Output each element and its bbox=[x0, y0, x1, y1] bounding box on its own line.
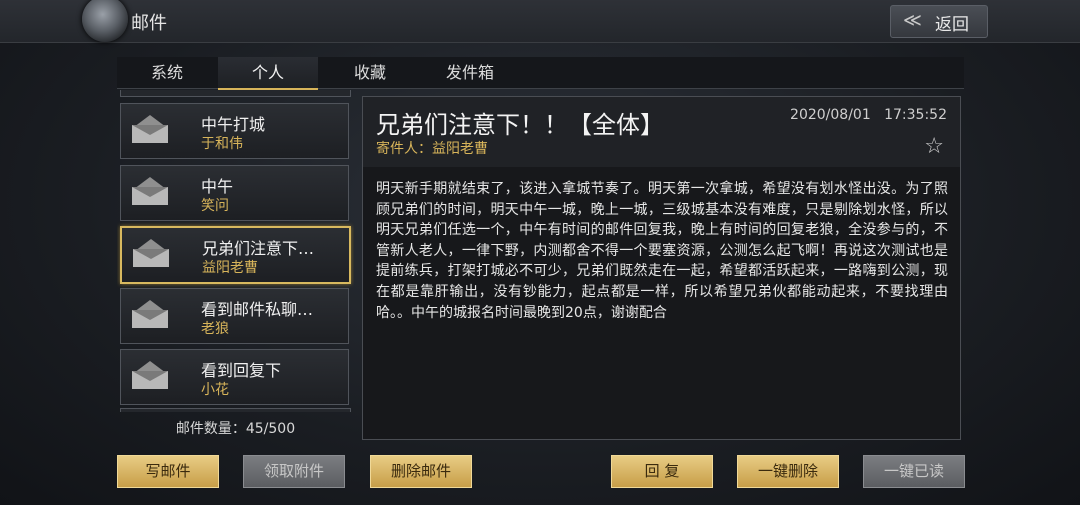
sender-name: 益阳老曹 bbox=[432, 141, 488, 157]
read-all-button[interactable]: 一键已读 bbox=[863, 455, 965, 488]
list-item-selected[interactable]: 兄弟们注意下… 益阳老曹 bbox=[120, 226, 351, 284]
mail-subject: 兄弟们注意下！！【全体】 bbox=[376, 111, 664, 139]
mail-count-value: 45/500 bbox=[245, 421, 296, 437]
compose-button[interactable]: 写邮件 bbox=[117, 455, 219, 488]
mail-title: 看到邮件私聊… bbox=[201, 300, 314, 319]
list-item[interactable]: 看到邮件私聊… 老狼 bbox=[120, 288, 349, 344]
list-item[interactable]: 中午打城 于和伟 bbox=[120, 103, 349, 159]
mail-sender: 于和伟 bbox=[201, 136, 243, 152]
tab-outbox[interactable]: 发件箱 bbox=[420, 57, 520, 88]
list-item-partial bbox=[120, 408, 351, 412]
mail-time: 17:35:52 bbox=[884, 107, 947, 123]
mail-sender: 笑问 bbox=[201, 198, 229, 214]
top-bar: 邮件 ≪ 返回 bbox=[0, 0, 1080, 43]
mail-count: 邮件数量：45/500 bbox=[117, 418, 354, 438]
list-item[interactable]: 中午 笑问 bbox=[120, 165, 349, 221]
mail-header: 兄弟们注意下！！【全体】 寄件人：益阳老曹 2020/08/01 17:35:5… bbox=[363, 97, 960, 167]
tab-favorites[interactable]: 收藏 bbox=[320, 57, 420, 88]
mail-list[interactable]: 中午打城 于和伟 中午 笑问 兄弟们注意下… 益阳老曹 看到邮件私聊… 老狼 看… bbox=[117, 90, 354, 412]
game-emblem-icon bbox=[82, 0, 128, 42]
back-label: 返回 bbox=[935, 15, 969, 35]
mail-datetime: 2020/08/01 17:35:52 bbox=[790, 107, 947, 123]
mail-date: 2020/08/01 bbox=[790, 107, 871, 123]
sender-label: 寄件人： bbox=[376, 141, 432, 157]
mail-sender: 老狼 bbox=[201, 321, 229, 337]
back-arrow-icon: ≪ bbox=[903, 10, 922, 31]
mail-title: 中午打城 bbox=[201, 115, 266, 134]
reply-button[interactable]: 回 复 bbox=[611, 455, 713, 488]
list-item[interactable]: 看到回复下 小花 bbox=[120, 349, 349, 405]
envelope-icon bbox=[132, 361, 168, 389]
back-button[interactable]: ≪ 返回 bbox=[890, 5, 988, 38]
mail-sender: 益阳老曹 bbox=[202, 260, 258, 276]
mail-sender: 小花 bbox=[201, 382, 229, 398]
tab-system[interactable]: 系统 bbox=[117, 57, 217, 88]
mail-sender-line: 寄件人：益阳老曹 bbox=[376, 138, 488, 158]
delete-all-button[interactable]: 一键删除 bbox=[737, 455, 839, 488]
envelope-icon bbox=[132, 300, 168, 328]
tab-personal[interactable]: 个人 bbox=[218, 57, 318, 90]
mail-body: 明天新手期就结束了，该进入拿城节奏了。明天第一次拿城，希望没有划水怪出没。为了照… bbox=[376, 181, 948, 321]
envelope-icon bbox=[132, 177, 168, 205]
mail-title: 中午 bbox=[201, 177, 234, 196]
star-icon[interactable]: ☆ bbox=[924, 134, 944, 159]
mail-title: 看到回复下 bbox=[201, 361, 282, 380]
mail-reader: 兄弟们注意下！！【全体】 寄件人：益阳老曹 2020/08/01 17:35:5… bbox=[362, 96, 961, 440]
claim-attachment-button[interactable]: 领取附件 bbox=[243, 455, 345, 488]
page-title: 邮件 bbox=[131, 13, 167, 34]
envelope-icon bbox=[133, 239, 169, 267]
mail-title: 兄弟们注意下… bbox=[202, 239, 315, 258]
list-item-partial bbox=[120, 90, 351, 97]
envelope-icon bbox=[132, 115, 168, 143]
delete-mail-button[interactable]: 删除邮件 bbox=[370, 455, 472, 488]
mail-tabs: 系统 个人 收藏 发件箱 bbox=[117, 57, 964, 90]
mail-count-label: 邮件数量： bbox=[175, 421, 246, 437]
